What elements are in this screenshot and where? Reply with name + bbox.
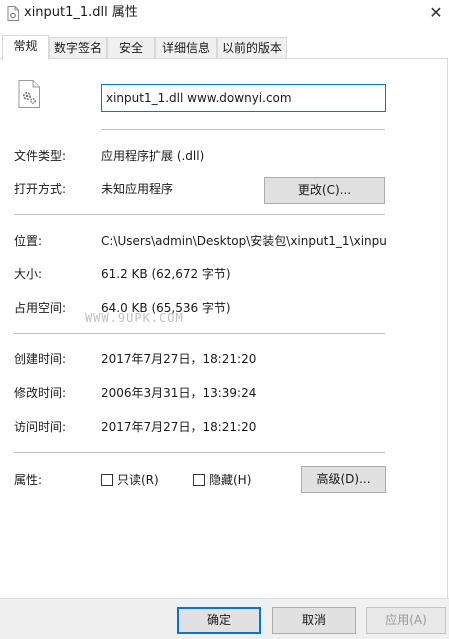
- separator: [101, 129, 385, 130]
- opens-with-label: 打开方式:: [14, 182, 67, 196]
- opens-with-value: 未知应用程序: [101, 182, 174, 196]
- filename-input[interactable]: [101, 84, 386, 112]
- tab-security[interactable]: 安全: [107, 37, 155, 58]
- accessed-value: 2017年7月27日，18:21:20: [101, 420, 257, 434]
- size-on-disk-label: 占用空间:: [14, 301, 67, 315]
- cancel-button[interactable]: 取消: [272, 607, 356, 634]
- apply-button[interactable]: 应用(A): [366, 607, 446, 634]
- tab-previous-versions[interactable]: 以前的版本: [217, 37, 287, 58]
- size-value: 61.2 KB (62,672 字节): [101, 267, 231, 281]
- location-label: 位置:: [14, 234, 43, 248]
- tab-general[interactable]: 常规: [2, 35, 49, 60]
- readonly-checkbox[interactable]: [101, 474, 113, 486]
- tab-digital-signatures[interactable]: 数字签名: [49, 37, 107, 58]
- hidden-checkbox[interactable]: [193, 474, 205, 486]
- created-value: 2017年7月27日，18:21:20: [101, 352, 257, 366]
- window-title: xinput1_1.dll 属性: [24, 5, 138, 20]
- modified-label: 修改时间:: [14, 386, 67, 400]
- close-icon: ✕: [429, 3, 443, 22]
- watermark-text: WWW.9UPK.COM: [85, 311, 184, 325]
- attributes-label: 属性:: [14, 473, 43, 487]
- tab-details[interactable]: 详细信息: [155, 37, 217, 58]
- readonly-label[interactable]: 只读(R): [117, 472, 159, 488]
- separator: [14, 214, 385, 215]
- file-type-value: 应用程序扩展 (.dll): [101, 149, 205, 163]
- separator: [14, 452, 385, 453]
- tab-strip: 常规 数字签名 安全 详细信息 以前的版本: [0, 35, 449, 60]
- advanced-button[interactable]: 高级(D)...: [301, 466, 386, 493]
- file-type-label: 文件类型:: [14, 149, 67, 163]
- close-button[interactable]: ✕: [425, 2, 447, 24]
- file-gear-icon: [18, 80, 40, 108]
- change-button[interactable]: 更改(C)...: [264, 177, 385, 204]
- title-bar: xinput1_1.dll 属性 ✕: [0, 0, 449, 28]
- size-label: 大小:: [14, 267, 43, 281]
- general-panel: [0, 58, 448, 599]
- created-label: 创建时间:: [14, 352, 67, 366]
- accessed-label: 访问时间:: [14, 420, 67, 434]
- hidden-label[interactable]: 隐藏(H): [209, 472, 251, 488]
- dll-file-icon: [7, 6, 19, 21]
- modified-value: 2006年3月31日，13:39:24: [101, 386, 257, 400]
- location-value: C:\Users\admin\Desktop\安装包\xinput1_1\xin…: [101, 234, 387, 248]
- ok-button[interactable]: 确定: [177, 607, 261, 634]
- separator: [14, 333, 385, 334]
